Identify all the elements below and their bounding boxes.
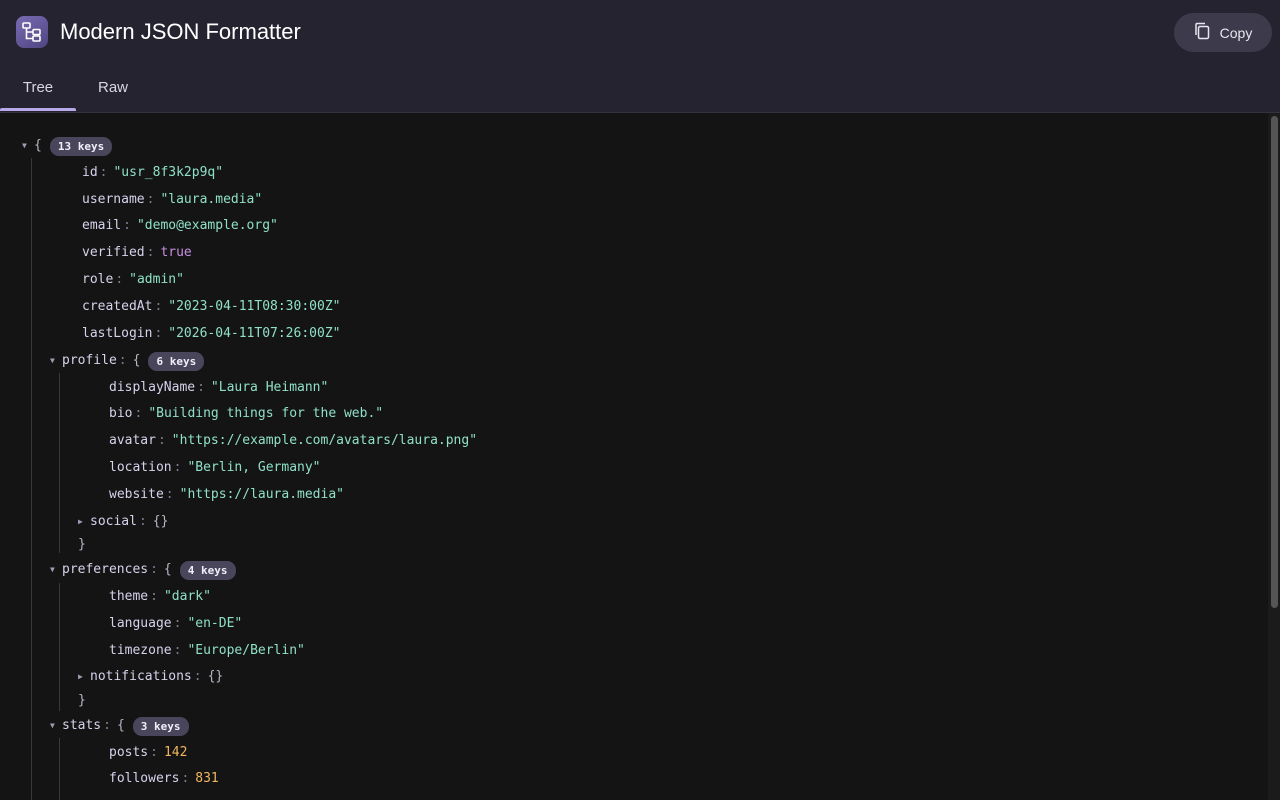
tree-row[interactable]: id: "usr_8f3k2p9q" — [82, 163, 223, 183]
tree-row[interactable]: followers: 831 — [109, 769, 219, 789]
scrollbar-thumb[interactable] — [1271, 116, 1278, 608]
key-count-badge: 4 keys — [179, 560, 236, 580]
node-key: stats — [62, 718, 102, 733]
open-brace: { — [163, 562, 172, 577]
tree-row[interactable]: theme: "dark" — [109, 587, 211, 607]
json-tree-view: ▼ { 13 keys id: "usr_8f3k2p9q" username:… — [0, 113, 1268, 800]
caret-right-icon[interactable]: ▶ — [78, 667, 90, 687]
key-count-badge: 6 keys — [148, 351, 205, 371]
field-value: "https://example.com/avatars/laura.png" — [171, 433, 478, 448]
field-key: createdAt — [82, 299, 153, 314]
field-value: "2023-04-11T08:30:00Z" — [168, 299, 341, 314]
field-key: location — [109, 460, 172, 475]
copy-button[interactable]: Copy — [1174, 13, 1272, 52]
tree-row[interactable]: website: "https://laura.media" — [109, 485, 344, 505]
field-key: followers — [109, 771, 180, 786]
node-key: notifications — [90, 669, 192, 684]
open-brace: { — [34, 138, 42, 153]
indent-guide — [59, 738, 60, 800]
field-value: "Europe/Berlin" — [187, 643, 305, 658]
node-key: social — [90, 514, 137, 529]
tree-row[interactable]: role: "admin" — [82, 270, 184, 290]
caret-down-icon[interactable]: ▼ — [50, 716, 62, 736]
field-value: "en-DE" — [187, 616, 243, 631]
field-value: "admin" — [129, 272, 184, 287]
open-brace: { — [116, 718, 125, 733]
field-value: "2026-04-11T07:26:00Z" — [168, 326, 341, 341]
caret-down-icon[interactable]: ▼ — [50, 351, 62, 371]
field-value: "demo@example.org" — [136, 218, 278, 233]
indent-guide — [59, 373, 60, 553]
indent-guide — [31, 158, 32, 800]
collapsed-value: {} — [207, 669, 224, 684]
copy-icon — [1194, 22, 1210, 43]
tree-node-root[interactable]: ▼ { 13 keys — [22, 136, 113, 156]
caret-right-icon[interactable]: ▶ — [78, 512, 90, 532]
collapsed-value: {} — [152, 514, 169, 529]
tree-node-notifications[interactable]: ▶ notifications: {} — [78, 667, 223, 687]
tree-row[interactable]: displayName: "Laura Heimann" — [109, 378, 328, 398]
close-brace: } — [78, 537, 86, 552]
caret-down-icon[interactable]: ▼ — [50, 560, 62, 580]
field-key: website — [109, 487, 164, 502]
node-key: preferences — [62, 562, 149, 577]
tab-tree[interactable]: Tree — [0, 68, 76, 112]
field-key: timezone — [109, 643, 172, 658]
field-key: id — [82, 165, 98, 180]
close-brace: } — [78, 693, 86, 708]
indent-guide — [59, 583, 60, 711]
field-key: username — [82, 192, 145, 207]
open-brace: { — [132, 353, 141, 368]
close-brace-preferences: } — [78, 691, 86, 711]
field-key: role — [82, 272, 114, 287]
field-key: lastLogin — [82, 326, 153, 341]
key-count-badge: 13 keys — [49, 136, 113, 156]
tree-row[interactable]: lastLogin: "2026-04-11T07:26:00Z" — [82, 324, 340, 344]
field-key: verified — [82, 245, 145, 260]
field-value: 831 — [195, 771, 219, 786]
tab-raw[interactable]: Raw — [76, 68, 150, 112]
tree-row[interactable]: language: "en-DE" — [109, 614, 242, 634]
field-key: theme — [109, 589, 149, 604]
field-value: "laura.media" — [160, 192, 263, 207]
app-header: Modern JSON Formatter Copy Tree Raw — [0, 0, 1280, 113]
field-value: "usr_8f3k2p9q" — [113, 165, 224, 180]
node-key: profile — [62, 353, 117, 368]
field-key: bio — [109, 406, 133, 421]
field-value: "https://laura.media" — [179, 487, 344, 502]
tree-row[interactable]: email: "demo@example.org" — [82, 216, 278, 236]
tree-row[interactable]: avatar: "https://example.com/avatars/lau… — [109, 431, 477, 451]
tree-node-stats[interactable]: ▼ stats: { 3 keys — [50, 716, 189, 736]
tree-row[interactable]: location: "Berlin, Germany" — [109, 458, 321, 478]
field-key: posts — [109, 745, 149, 760]
tree-row[interactable]: createdAt: "2023-04-11T08:30:00Z" — [82, 297, 340, 317]
field-key: email — [82, 218, 122, 233]
field-key: displayName — [109, 380, 196, 395]
tree-row[interactable]: bio: "Building things for the web." — [109, 404, 383, 424]
tree-node-preferences[interactable]: ▼ preferences: { 4 keys — [50, 560, 236, 580]
tree-node-social[interactable]: ▶ social: {} — [78, 512, 168, 532]
tree-row[interactable]: verified: true — [82, 243, 192, 263]
app-title: Modern JSON Formatter — [60, 19, 301, 44]
field-value: "dark" — [163, 589, 211, 604]
field-value: true — [160, 245, 192, 260]
field-value: "Laura Heimann" — [210, 380, 329, 395]
field-key: avatar — [109, 433, 156, 448]
close-brace-profile: } — [78, 535, 86, 555]
tree-node-profile[interactable]: ▼ profile: { 6 keys — [50, 351, 205, 371]
key-count-badge: 3 keys — [132, 716, 189, 736]
field-key: language — [109, 616, 172, 631]
copy-label: Copy — [1219, 24, 1253, 41]
tree-row[interactable]: username: "laura.media" — [82, 190, 262, 210]
field-value: "Building things for the web." — [148, 406, 384, 421]
tree-structure-icon — [16, 16, 48, 48]
active-tab-indicator — [0, 108, 76, 111]
field-value: 142 — [163, 745, 188, 760]
tree-row[interactable]: timezone: "Europe/Berlin" — [109, 641, 305, 661]
field-value: "Berlin, Germany" — [187, 460, 321, 475]
tree-row[interactable]: posts: 142 — [109, 743, 187, 763]
caret-down-icon[interactable]: ▼ — [22, 136, 34, 156]
